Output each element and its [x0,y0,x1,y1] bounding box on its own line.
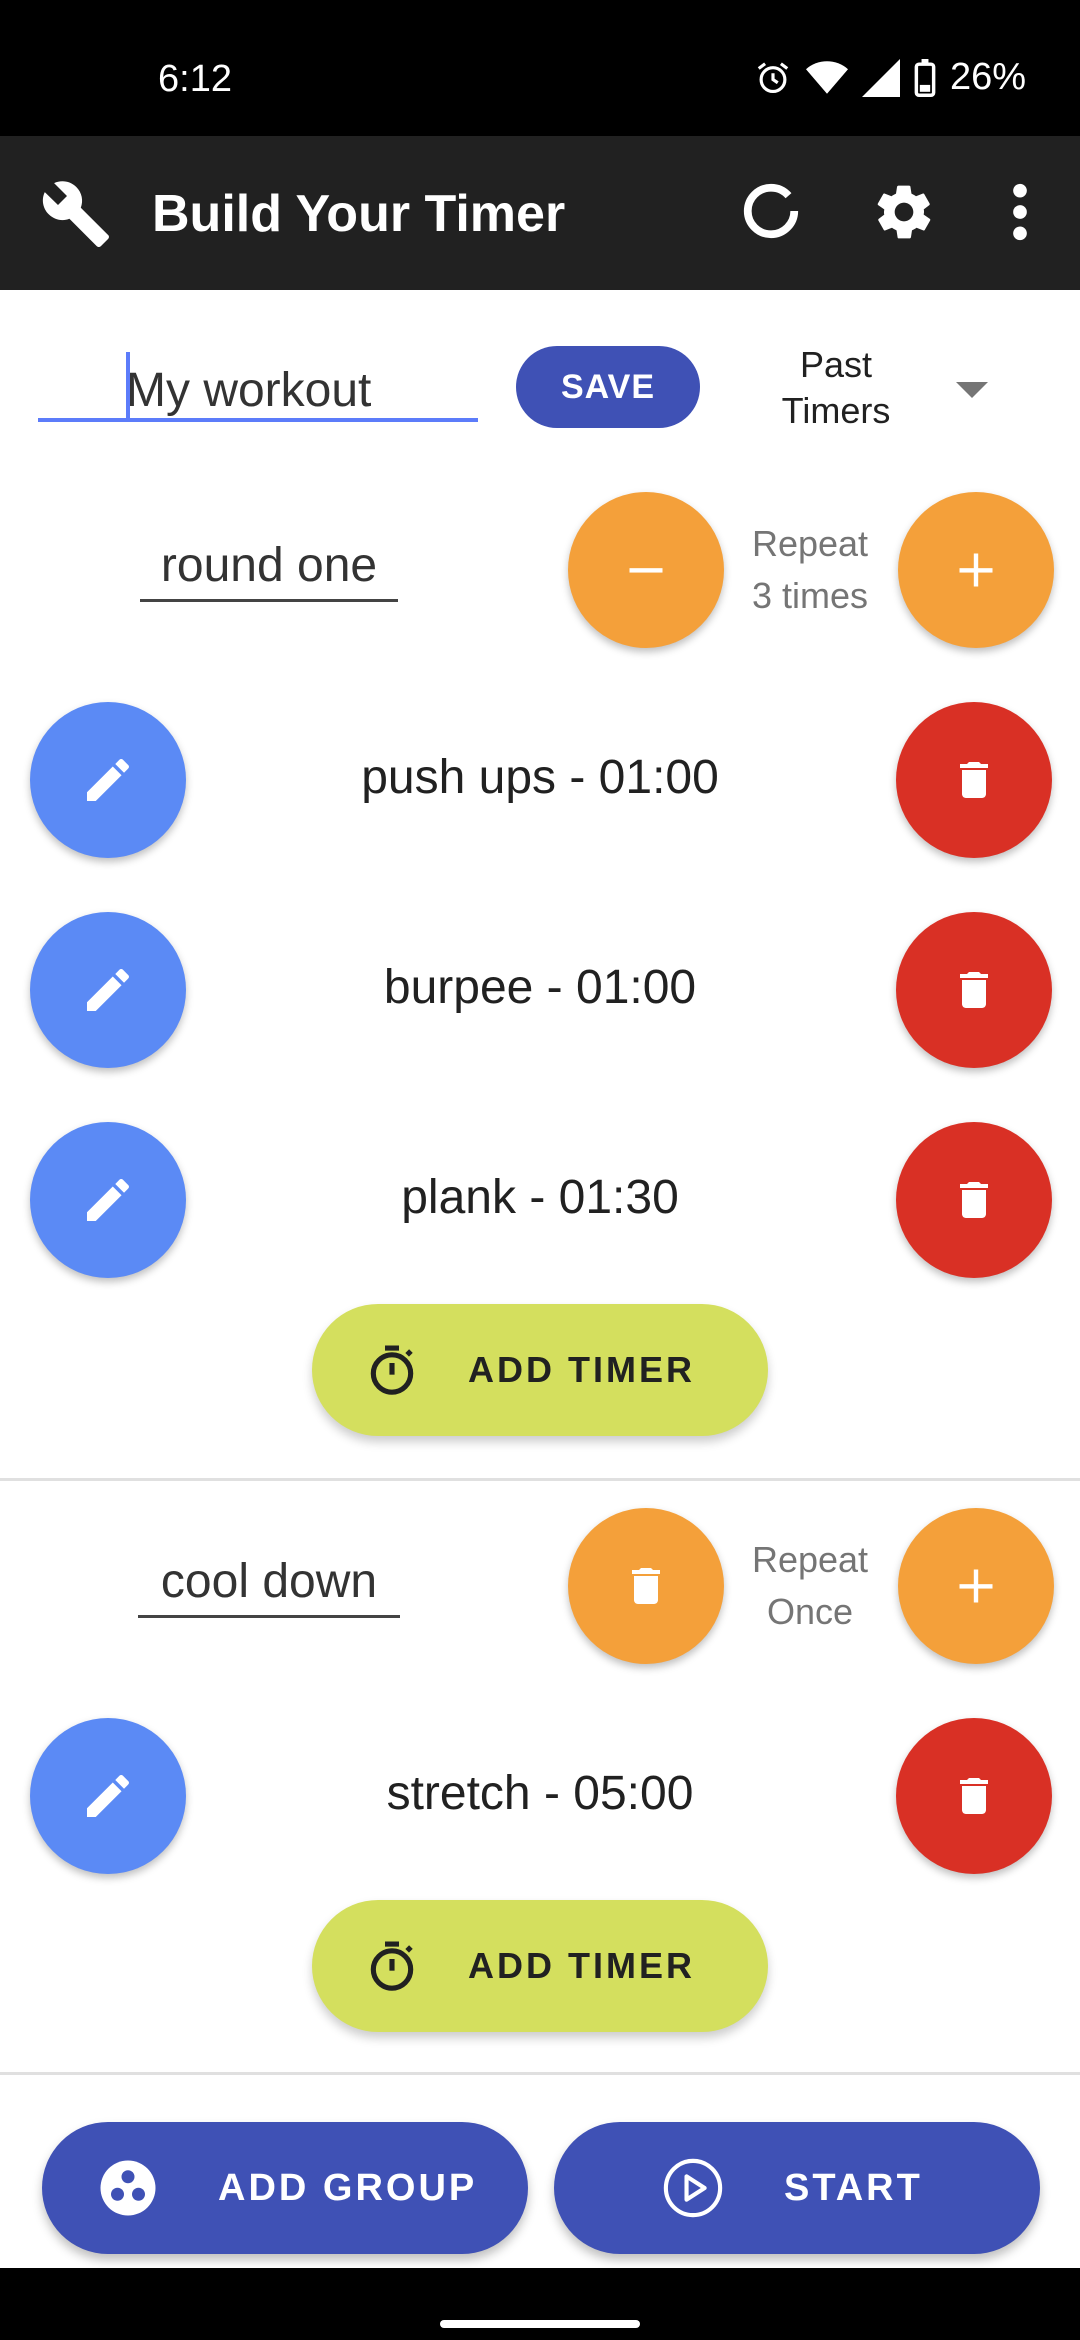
increase-repeat-button[interactable] [898,492,1054,648]
pencil-icon [87,968,129,1011]
add-group-label: ADD GROUP [218,2166,478,2209]
edit-timer-button[interactable] [30,1718,186,1874]
add-timer-button[interactable]: ADD TIMER [312,1304,768,1436]
text-cursor [126,352,130,418]
delete-group-button[interactable] [568,1508,724,1664]
timer-label: push ups - 01:00 [361,751,719,804]
wifi-icon [805,60,848,94]
timer-label: burpee - 01:00 [383,961,697,1014]
battery-icon [914,58,936,97]
trash-icon [960,972,988,1008]
plus-icon [959,553,993,587]
group-icon [100,2160,156,2216]
gear-icon[interactable] [872,180,936,244]
save-button[interactable]: SAVE [516,346,700,428]
app-bar: Build Your Timer [0,136,1080,290]
minus-icon [629,568,663,573]
pencil-icon [87,1178,129,1221]
group-divider [0,1478,1080,1481]
stopwatch-icon [370,1345,414,1395]
refresh-icon[interactable] [740,180,802,242]
dropdown-arrow-icon[interactable] [956,382,988,398]
decrease-repeat-button[interactable] [568,492,724,648]
alarm-icon [757,61,789,93]
status-icons: 26% [754,56,1026,99]
increase-repeat-button[interactable] [898,1508,1054,1664]
repeat-count-label: Repeat Once [740,1534,880,1638]
timer-label: plank - 01:30 [401,1171,679,1224]
add-timer-label: ADD TIMER [468,1349,695,1390]
edit-timer-button[interactable] [30,912,186,1068]
trash-icon [632,1568,660,1604]
past-timers-label-line2: Timers [781,390,891,431]
status-bar: 6:12 26% [0,0,1080,136]
start-button[interactable]: START [554,2122,1040,2254]
past-timers-label-line1: Past [799,344,873,385]
delete-timer-button[interactable] [896,912,1052,1068]
add-timer-button[interactable]: ADD TIMER [312,1900,768,2032]
signal-icon [861,58,900,97]
timer-label: stretch - 05:00 [386,1767,694,1820]
add-timer-label: ADD TIMER [468,1945,695,1986]
repeat-label-line2: 3 times [751,575,869,616]
home-gesture-handle[interactable] [440,2320,640,2328]
trash-icon [960,762,988,798]
group-name-field[interactable]: round one [140,538,398,602]
more-vert-icon[interactable] [1000,180,1040,244]
play-icon [663,2158,723,2218]
delete-timer-button[interactable] [896,1718,1052,1874]
trash-icon [960,1182,988,1218]
timer-builder: SAVE Past Timers round one Repeat 3 time… [0,290,1080,2268]
battery-percent: 26% [949,56,1026,98]
repeat-label-line1: Repeat [751,523,869,564]
wrench-icon[interactable] [40,178,112,250]
pencil-icon [87,758,129,801]
repeat-label-line1: Repeat [751,1539,869,1580]
plus-icon [959,1569,993,1603]
past-timers-dropdown[interactable]: Past Timers [748,342,924,434]
start-label: START [784,2166,923,2209]
repeat-label-line2: Once [766,1591,854,1632]
repeat-count-label: Repeat 3 times [740,518,880,622]
delete-timer-button[interactable] [896,1122,1052,1278]
status-time: 6:12 [158,58,232,100]
navigation-bar [0,2268,1080,2340]
edit-timer-button[interactable] [30,1122,186,1278]
workout-name-input[interactable] [38,362,478,422]
trash-icon [960,1778,988,1814]
app-title: Build Your Timer [152,185,566,243]
group-divider [0,2072,1080,2075]
add-group-button[interactable]: ADD GROUP [42,2122,528,2254]
stopwatch-icon [370,1941,414,1991]
edit-timer-button[interactable] [30,702,186,858]
group-name-field[interactable]: cool down [138,1554,400,1618]
pencil-icon [87,1774,129,1817]
delete-timer-button[interactable] [896,702,1052,858]
